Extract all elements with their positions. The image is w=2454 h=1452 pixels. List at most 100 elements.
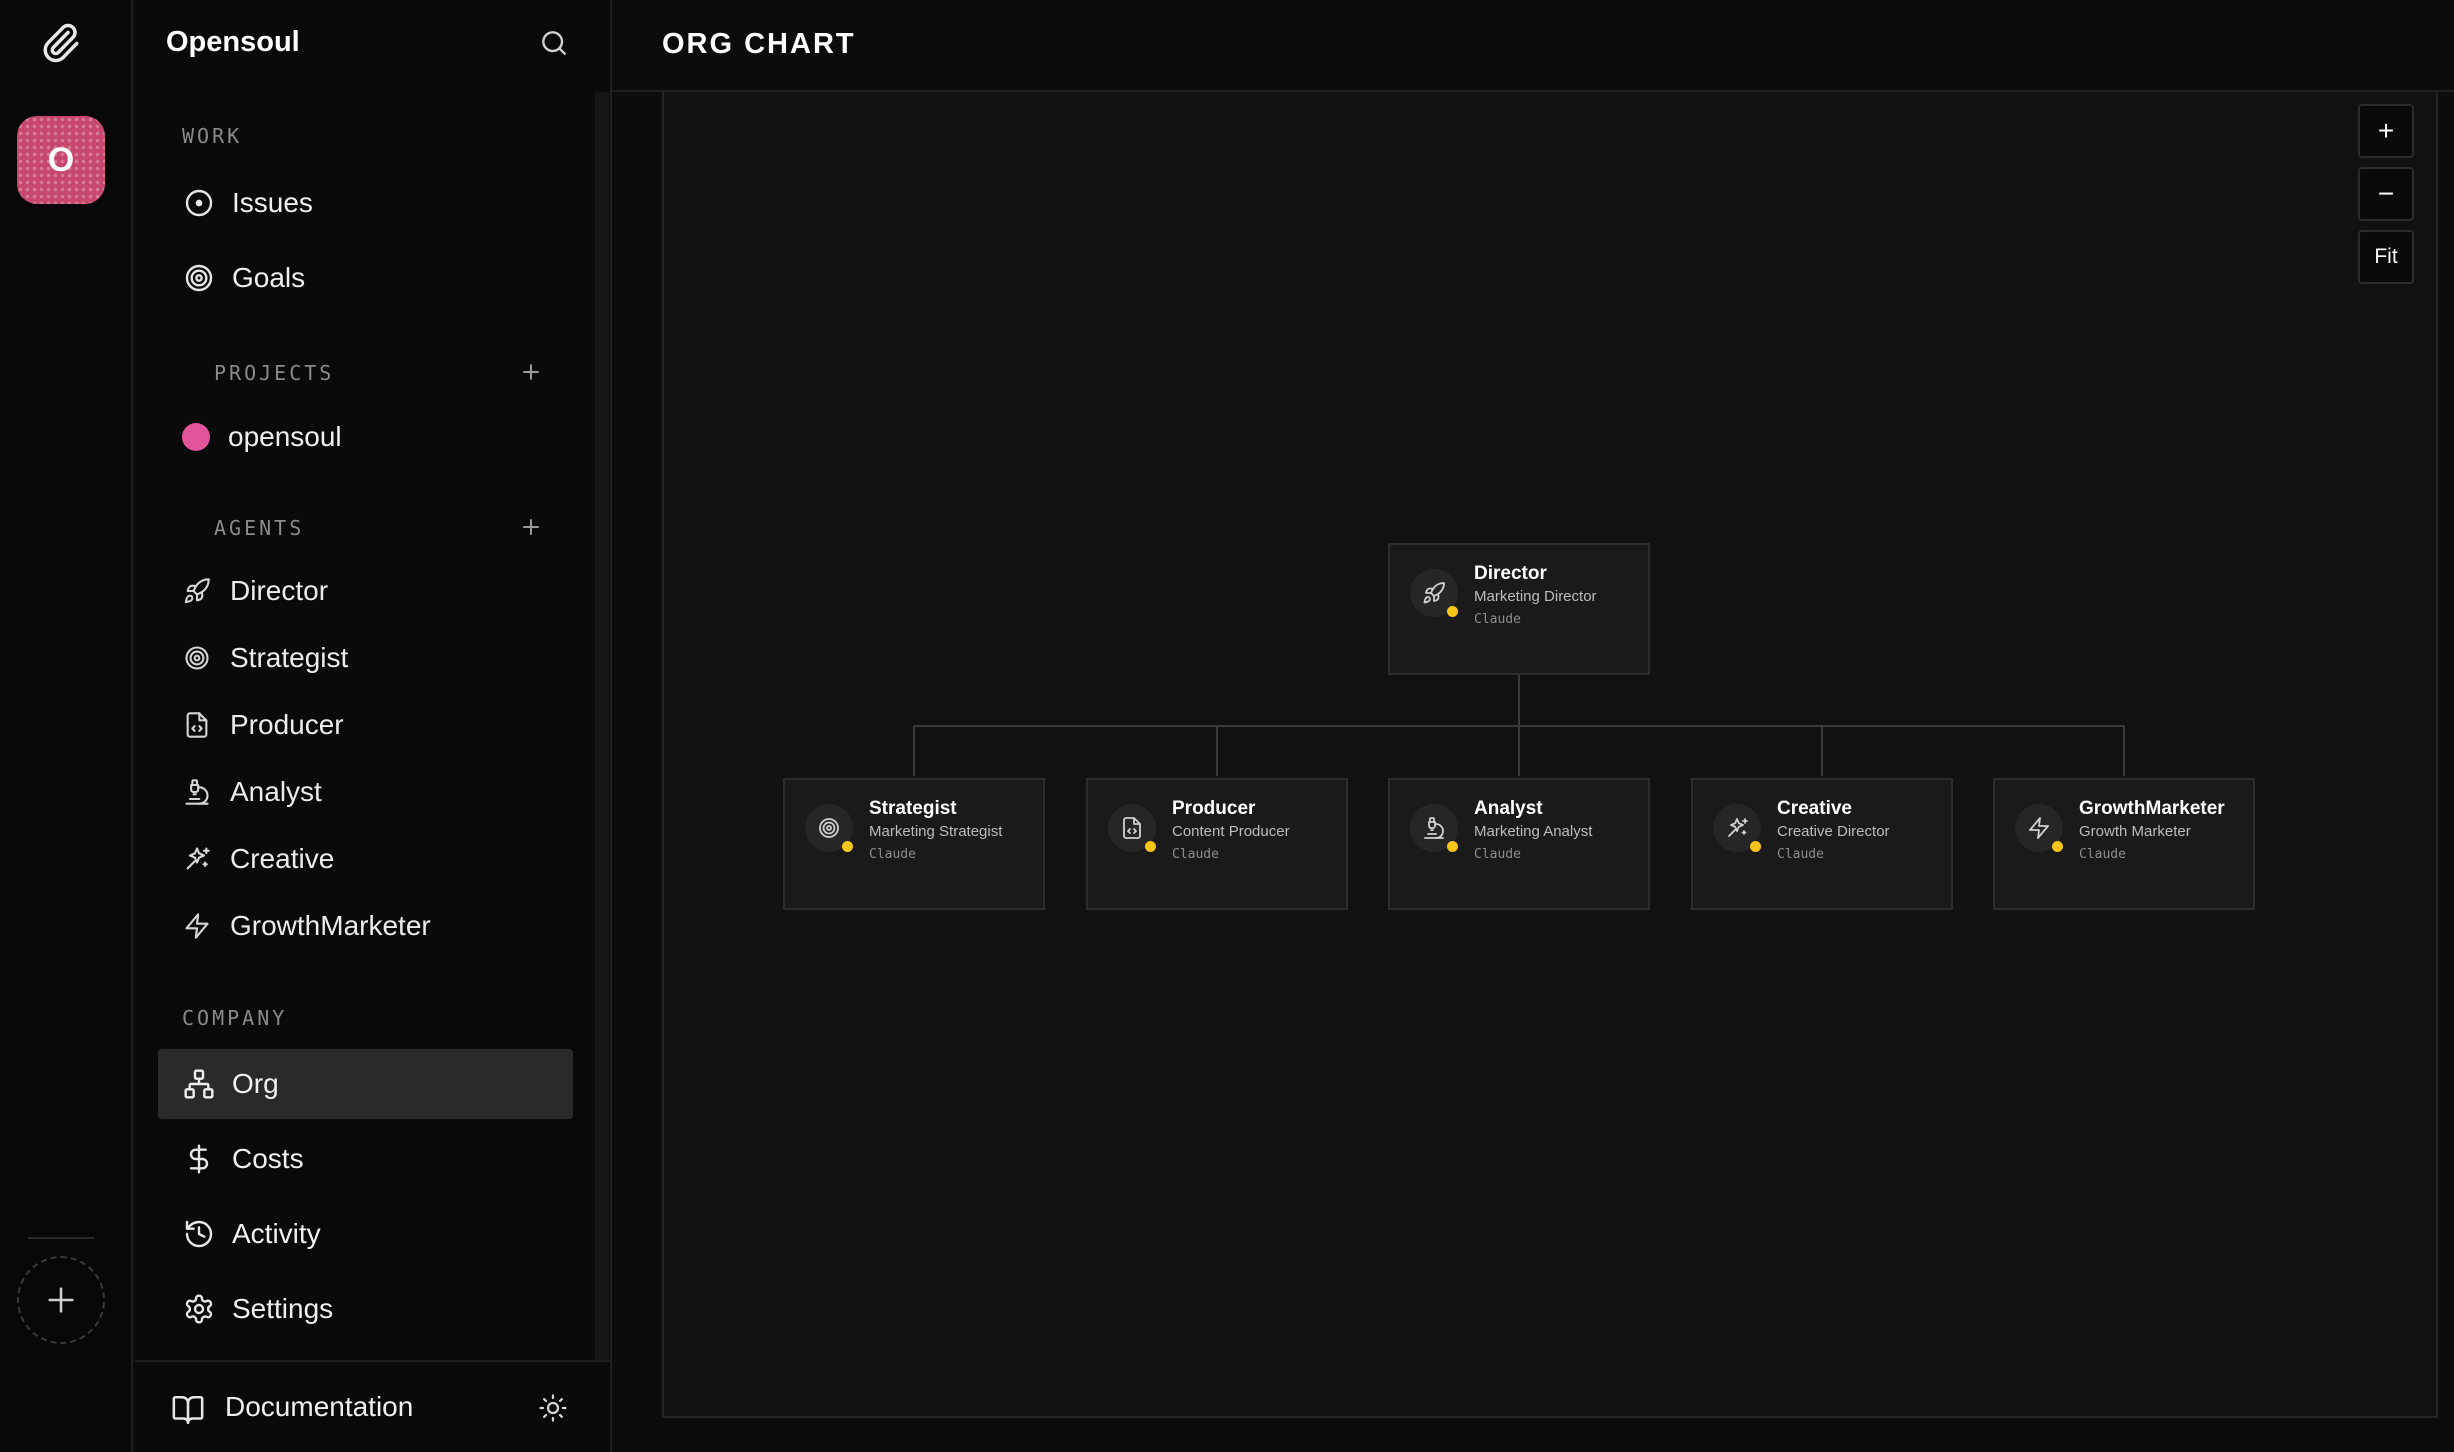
- status-dot: [842, 841, 853, 852]
- add-agent-button[interactable]: [517, 513, 545, 541]
- zoom-in-button[interactable]: +: [2358, 104, 2414, 158]
- company-rail: O: [0, 0, 133, 1452]
- project-item-opensoul[interactable]: opensoul: [158, 402, 573, 472]
- gear-icon: [182, 1292, 216, 1326]
- dollar-icon: [182, 1142, 216, 1176]
- sidebar-footer: Documentation: [135, 1360, 612, 1452]
- theme-toggle-button[interactable]: [535, 1390, 571, 1426]
- node-name: Creative: [1777, 798, 1852, 819]
- sidebar-agent-label: Director: [230, 575, 329, 606]
- sidebar-agent-director[interactable]: Director: [158, 557, 573, 625]
- history-icon: [182, 1217, 216, 1251]
- target-icon: [182, 261, 216, 295]
- sidebar-item-goals[interactable]: Goals: [158, 243, 573, 313]
- node-role: Marketing Strategist: [869, 823, 1003, 840]
- node-role: Content Producer: [1172, 823, 1290, 840]
- org-chart-canvas[interactable]: + − Fit Director Marketing Director Clau…: [662, 92, 2438, 1418]
- node-model: Claude: [1777, 847, 1824, 862]
- node-role: Marketing Director: [1474, 588, 1597, 605]
- circle-dot-icon: [182, 186, 216, 220]
- node-role: Growth Marketer: [2079, 823, 2191, 840]
- section-label-projects: PROJECTS: [214, 361, 335, 385]
- page-header: ORG CHART: [612, 0, 2454, 92]
- section-label-work: WORK: [182, 124, 243, 148]
- sidebar-item-label: Activity: [232, 1218, 321, 1249]
- org-node-analyst[interactable]: Analyst Marketing Analyst Claude: [1388, 778, 1650, 910]
- org-chart-connectors: [913, 673, 2125, 776]
- microscope-icon: [182, 777, 212, 807]
- sun-icon: [539, 1394, 567, 1422]
- zoom-out-button[interactable]: −: [2358, 167, 2414, 221]
- sidebar: Opensoul WORK Issues Goals PROJECTS open…: [135, 0, 612, 1452]
- node-name: GrowthMarketer: [2079, 798, 2225, 819]
- page-title: ORG CHART: [662, 28, 856, 60]
- sidebar-item-label: Org: [232, 1068, 279, 1099]
- node-model: Claude: [1474, 612, 1521, 627]
- sidebar-agent-label: Analyst: [230, 776, 322, 807]
- status-dot: [1447, 606, 1458, 617]
- org-node-strategist[interactable]: Strategist Marketing Strategist Claude: [783, 778, 1045, 910]
- org-node-growthmarketer[interactable]: GrowthMarketer Growth Marketer Claude: [1993, 778, 2255, 910]
- rocket-icon: [182, 576, 212, 606]
- rail-divider: [28, 1237, 94, 1239]
- section-label-agents: AGENTS: [214, 516, 305, 540]
- target-icon: [182, 643, 212, 673]
- node-model: Claude: [869, 847, 916, 862]
- node-name: Producer: [1172, 798, 1256, 819]
- file-code-icon: [182, 710, 212, 740]
- node-role: Creative Director: [1777, 823, 1890, 840]
- sidebar-item-costs[interactable]: Costs: [158, 1124, 573, 1194]
- sidebar-scrollbar[interactable]: [595, 92, 609, 1360]
- sidebar-item-label: Settings: [232, 1293, 334, 1324]
- book-icon: [171, 1393, 205, 1432]
- status-dot: [1145, 841, 1156, 852]
- plus-icon: [48, 1287, 74, 1313]
- add-company-button[interactable]: [17, 1256, 105, 1344]
- zap-icon: [182, 911, 212, 941]
- company-avatar[interactable]: O: [17, 116, 105, 204]
- company-name: Opensoul: [166, 26, 300, 58]
- sidebar-item-settings[interactable]: Settings: [158, 1274, 573, 1344]
- sidebar-item-label: Issues: [232, 187, 313, 218]
- add-project-button[interactable]: [517, 358, 545, 386]
- org-node-creative[interactable]: Creative Creative Director Claude: [1691, 778, 1953, 910]
- search-icon: [542, 31, 566, 55]
- sidebar-agent-label: GrowthMarketer: [230, 910, 431, 941]
- search-button[interactable]: [535, 24, 573, 62]
- sidebar-agent-label: Producer: [230, 709, 344, 740]
- org-node-director[interactable]: Director Marketing Director Claude: [1388, 543, 1650, 675]
- sidebar-agent-analyst[interactable]: Analyst: [158, 758, 573, 826]
- node-name: Analyst: [1474, 798, 1543, 819]
- paperclip-icon[interactable]: [40, 22, 82, 64]
- node-role: Marketing Analyst: [1474, 823, 1593, 840]
- sidebar-agent-growthmarketer[interactable]: GrowthMarketer: [158, 892, 573, 960]
- sidebar-item-issues[interactable]: Issues: [158, 168, 573, 238]
- project-label: opensoul: [228, 421, 342, 452]
- sidebar-agent-producer[interactable]: Producer: [158, 691, 573, 759]
- node-name: Director: [1474, 563, 1547, 584]
- node-name: Strategist: [869, 798, 957, 819]
- node-model: Claude: [2079, 847, 2126, 862]
- sidebar-item-label: Costs: [232, 1143, 304, 1174]
- status-dot: [1447, 841, 1458, 852]
- sparkles-icon: [182, 844, 212, 874]
- plus-icon: [523, 519, 539, 535]
- plus-icon: [523, 364, 539, 380]
- sidebar-item-activity[interactable]: Activity: [158, 1199, 573, 1269]
- sidebar-agent-strategist[interactable]: Strategist: [158, 624, 573, 692]
- sidebar-item-label: Goals: [232, 262, 306, 293]
- sidebar-agent-label: Strategist: [230, 642, 349, 673]
- network-icon: [182, 1067, 216, 1101]
- node-model: Claude: [1172, 847, 1219, 862]
- project-color-dot: [182, 423, 210, 451]
- sidebar-agent-creative[interactable]: Creative: [158, 825, 573, 893]
- zoom-fit-button[interactable]: Fit: [2358, 230, 2414, 284]
- documentation-link[interactable]: Documentation: [225, 1391, 413, 1423]
- section-label-company: COMPANY: [182, 1006, 288, 1030]
- sidebar-agent-label: Creative: [230, 843, 335, 874]
- org-node-producer[interactable]: Producer Content Producer Claude: [1086, 778, 1348, 910]
- status-dot: [2052, 841, 2063, 852]
- status-dot: [1750, 841, 1761, 852]
- sidebar-item-org[interactable]: Org: [158, 1049, 573, 1119]
- node-model: Claude: [1474, 847, 1521, 862]
